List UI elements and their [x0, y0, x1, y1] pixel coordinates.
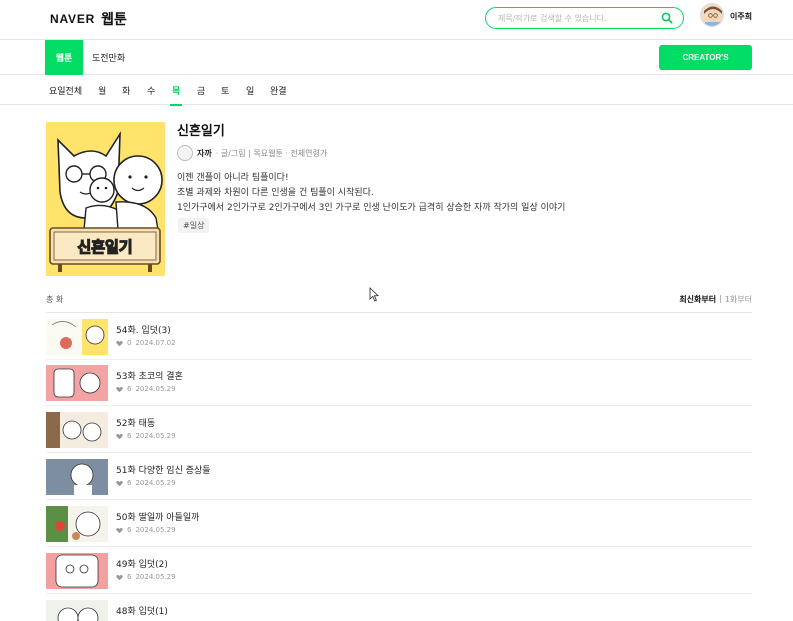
description-line: 1인가구에서 2인가구로 2인가구에서 3인 가구로 인생 난이도가 급격히 상… [177, 203, 566, 213]
total-episodes-label: 총 화 [46, 295, 64, 304]
heart-icon [116, 574, 123, 580]
day-tab-wed[interactable]: 수 [147, 75, 155, 105]
episode-likes: 6 [127, 385, 132, 393]
description-line: 조별 과제와 차원이 다른 인생을 건 팀플이 시작된다. [177, 188, 374, 198]
sort-divider: | [719, 294, 722, 303]
episode-meta: 6 2024.05.29 [116, 385, 176, 393]
episode-likes: 0 [127, 339, 132, 347]
user-name[interactable]: 이주희 [730, 11, 752, 22]
episode-title[interactable]: 53화 초코의 결혼 [116, 369, 183, 382]
day-tab-thu[interactable]: 목 [169, 75, 183, 106]
episode-likes: 6 [127, 479, 132, 487]
episode-row[interactable]: 49화 입덧(2) 6 2024.05.29 [46, 548, 752, 594]
episode-row[interactable]: 54화. 입덧(3) 0 2024.07.02 [46, 314, 752, 360]
episode-title[interactable]: 48화 입덧(1) [116, 604, 168, 617]
naver-webtoon-logo[interactable]: NAVER 웹툰 [50, 9, 127, 29]
heart-icon [116, 386, 123, 392]
avatar[interactable] [700, 3, 724, 27]
episode-thumbnail[interactable] [46, 600, 108, 621]
logo-naver-text: NAVER [50, 12, 96, 26]
logo-webtoon-text: 웹툰 [101, 12, 127, 28]
episode-date: 2024.05.29 [135, 526, 176, 534]
webtoon-meta: · 글/그림 | 목요웹툰 · 전체연령가 [215, 148, 328, 158]
heart-icon [116, 527, 123, 533]
episode-meta: 6 2024.05.29 [116, 573, 176, 581]
day-tab-mon[interactable]: 월 [98, 75, 106, 105]
author-name[interactable]: 자까 [197, 148, 212, 159]
genre-tag[interactable]: #일상 [178, 218, 210, 233]
episode-title[interactable]: 52화 태동 [116, 416, 155, 429]
episode-title[interactable]: 50화 딸일까 아들일까 [116, 510, 199, 523]
webtoon-cover-image: 신혼일기 [46, 122, 165, 276]
day-tab-sat[interactable]: 토 [221, 75, 229, 105]
episode-title[interactable]: 49화 입덧(2) [116, 557, 168, 570]
author-row: 자까 · 글/그림 | 목요웹툰 · 전체연령가 [177, 145, 327, 161]
sort-options: 최신화부터 | 1화부터 [679, 294, 752, 305]
episode-likes: 6 [127, 573, 132, 581]
episode-thumbnail[interactable] [46, 553, 108, 589]
episode-thumbnail[interactable] [46, 412, 108, 448]
search-box[interactable] [485, 7, 684, 29]
search-icon[interactable] [661, 12, 673, 24]
day-tab-all[interactable]: 요일전체 [49, 75, 82, 105]
list-divider [46, 312, 752, 313]
episode-date: 2024.05.29 [135, 573, 176, 581]
sort-first-button[interactable]: 1화부터 [725, 294, 752, 305]
author-avatar[interactable] [177, 145, 193, 161]
episode-date: 2024.07.02 [135, 339, 176, 347]
tab-challenge[interactable]: 도전만화 [92, 40, 125, 75]
episode-title[interactable]: 51화 다양한 임신 증상들 [116, 463, 211, 476]
heart-icon [116, 433, 123, 439]
webtoon-description: 이젠 갠플이 아니라 팀플이다! 조별 과제와 차원이 다른 인생을 건 팀플이… [177, 171, 565, 216]
webtoon-title: 신혼일기 [177, 124, 225, 139]
episode-thumbnail[interactable] [46, 365, 108, 401]
episode-likes: 6 [127, 432, 132, 440]
episode-row[interactable]: 53화 초코의 결혼 6 2024.05.29 [46, 360, 752, 406]
day-tabs: 요일전체 월 화 수 목 금 토 일 완결 [0, 75, 793, 106]
episode-thumbnail[interactable] [46, 319, 108, 355]
tab-webtoon[interactable]: 웹툰 [45, 40, 83, 75]
heart-icon [116, 480, 123, 486]
episode-row[interactable]: 48화 입덧(1) [46, 595, 752, 621]
episode-thumbnail[interactable] [46, 459, 108, 495]
day-tab-sun[interactable]: 일 [246, 75, 254, 105]
episode-meta: 6 2024.05.29 [116, 479, 176, 487]
day-tab-fri[interactable]: 금 [197, 75, 205, 105]
episode-title[interactable]: 54화. 입덧(3) [116, 323, 171, 336]
day-tab-tue[interactable]: 화 [122, 75, 130, 105]
mouse-cursor-icon [369, 287, 379, 302]
episode-meta: 6 2024.05.29 [116, 526, 176, 534]
search-input[interactable] [498, 11, 658, 25]
episode-row[interactable]: 51화 다양한 임신 증상들 6 2024.05.29 [46, 454, 752, 500]
sort-latest-button[interactable]: 최신화부터 [679, 294, 716, 305]
creators-button[interactable]: CREATOR'S [659, 45, 752, 70]
description-line: 이젠 갠플이 아니라 팀플이다! [177, 173, 289, 183]
episode-date: 2024.05.29 [135, 385, 176, 393]
top-header: NAVER 웹툰 이주희 [0, 0, 793, 40]
heart-icon [116, 340, 123, 346]
category-nav: 웹툰 도전만화 CREATOR'S [0, 40, 793, 75]
episode-date: 2024.05.29 [135, 432, 176, 440]
episode-likes: 6 [127, 526, 132, 534]
episode-thumbnail[interactable] [46, 506, 108, 542]
day-tab-completed[interactable]: 완결 [270, 75, 287, 105]
episode-meta: 0 2024.07.02 [116, 339, 176, 347]
cover-title-text: 신혼일기 [77, 238, 132, 256]
episode-row[interactable]: 50화 딸일까 아들일까 6 2024.05.29 [46, 501, 752, 547]
episode-date: 2024.05.29 [135, 479, 176, 487]
episode-row[interactable]: 52화 태동 6 2024.05.29 [46, 407, 752, 453]
episode-meta: 6 2024.05.29 [116, 432, 176, 440]
